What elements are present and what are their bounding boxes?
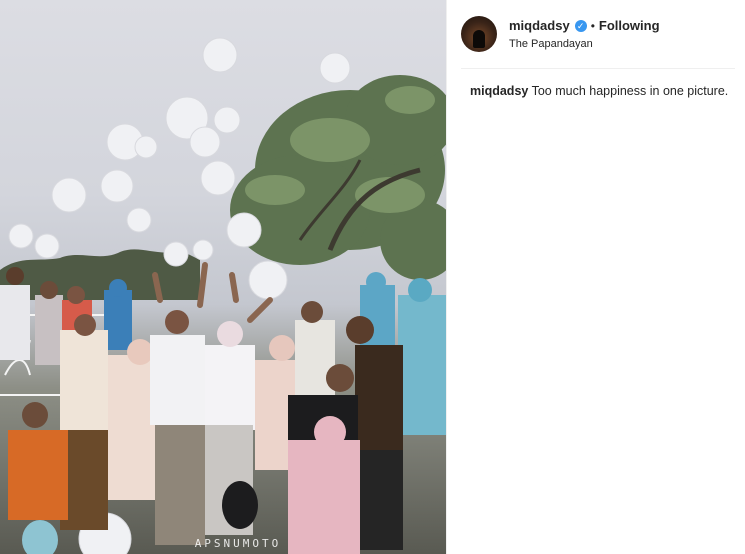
post-photo[interactable]: APSNUMOTO xyxy=(0,0,446,554)
separator-dot: • xyxy=(590,18,595,33)
author-line: miqdadsy ✓ • Following xyxy=(509,18,660,33)
caption-username-link[interactable]: miqdadsy xyxy=(470,84,528,98)
post-caption: miqdadsy Too much happiness in one pictu… xyxy=(470,82,731,100)
author-info: miqdadsy ✓ • Following The Papandayan xyxy=(509,18,660,50)
instagram-post: APSNUMOTO miqdadsy ✓ • Following The Pap… xyxy=(0,0,745,554)
photo-illustration xyxy=(0,37,446,554)
author-avatar[interactable] xyxy=(461,16,497,52)
post-header: miqdadsy ✓ • Following The Papandayan xyxy=(461,0,735,69)
location-link[interactable]: The Papandayan xyxy=(509,38,660,50)
post-side-panel: miqdadsy ✓ • Following The Papandayan mi… xyxy=(446,0,745,554)
photo-watermark: APSNUMOTO xyxy=(194,537,282,550)
author-username-link[interactable]: miqdadsy xyxy=(509,18,570,33)
following-button[interactable]: Following xyxy=(599,18,660,33)
caption-text: Too much happiness in one picture. xyxy=(531,84,729,98)
verified-badge-icon: ✓ xyxy=(574,19,587,32)
